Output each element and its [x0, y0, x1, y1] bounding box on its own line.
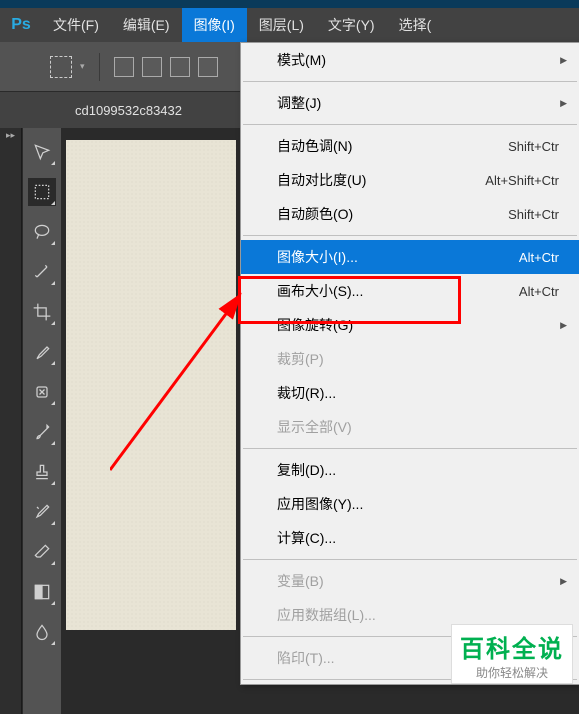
menu-apply-image[interactable]: 应用图像(Y)...	[241, 487, 579, 521]
menu-auto-tone[interactable]: 自动色调(N)Shift+Ctr	[241, 129, 579, 163]
menu-reveal-all: 显示全部(V)	[241, 410, 579, 444]
menu-edit[interactable]: 编辑(E)	[111, 8, 182, 42]
blur-tool[interactable]	[28, 618, 56, 646]
brush-tool[interactable]	[28, 418, 56, 446]
menu-mode[interactable]: 模式(M)	[241, 43, 579, 77]
menu-adjustments[interactable]: 调整(J)	[241, 86, 579, 120]
menu-duplicate[interactable]: 复制(D)...	[241, 453, 579, 487]
watermark-title: 百科全说	[460, 629, 564, 664]
menu-select[interactable]: 选择(	[387, 8, 444, 42]
menu-auto-color[interactable]: 自动颜色(O)Shift+Ctr	[241, 197, 579, 231]
toolbar	[22, 128, 62, 714]
menu-crop: 裁剪(P)	[241, 342, 579, 376]
app-logo: Ps	[1, 10, 41, 40]
selection-preview-icon[interactable]	[50, 56, 72, 78]
crop-tool[interactable]	[28, 298, 56, 326]
marquee-tool[interactable]	[28, 178, 56, 206]
menu-canvas-size[interactable]: 画布大小(S)...Alt+Ctr	[241, 274, 579, 308]
collapse-arrows-icon[interactable]: ▸▸	[0, 128, 21, 141]
menu-layer[interactable]: 图层(L)	[247, 8, 316, 42]
menu-text[interactable]: 文字(Y)	[316, 8, 387, 42]
watermark-subtitle: 助你轻松解决	[460, 664, 564, 681]
menu-image[interactable]: 图像(I)	[182, 8, 247, 42]
history-brush-tool[interactable]	[28, 498, 56, 526]
lasso-tool[interactable]	[28, 218, 56, 246]
document-canvas[interactable]	[66, 140, 236, 630]
selection-mode-new-icon[interactable]	[114, 57, 134, 77]
menu-file[interactable]: 文件(F)	[41, 8, 111, 42]
watermark: 百科全说 助你轻松解决	[451, 624, 573, 684]
magic-wand-tool[interactable]	[28, 258, 56, 286]
stamp-tool[interactable]	[28, 458, 56, 486]
dropdown-arrow-icon[interactable]: ▾	[80, 61, 85, 72]
menu-auto-contrast[interactable]: 自动对比度(U)Alt+Shift+Ctr	[241, 163, 579, 197]
selection-mode-add-icon[interactable]	[142, 57, 162, 77]
selection-mode-subtract-icon[interactable]	[170, 57, 190, 77]
titlebar	[0, 0, 579, 8]
menu-variables: 变量(B)	[241, 564, 579, 598]
move-tool[interactable]	[28, 138, 56, 166]
selection-mode-intersect-icon[interactable]	[198, 57, 218, 77]
panel-strip: ▸▸	[0, 128, 22, 714]
gradient-tool[interactable]	[28, 578, 56, 606]
menu-image-rotation[interactable]: 图像旋转(G)	[241, 308, 579, 342]
menubar: Ps 文件(F) 编辑(E) 图像(I) 图层(L) 文字(Y) 选择(	[0, 8, 579, 42]
healing-brush-tool[interactable]	[28, 378, 56, 406]
document-tab[interactable]: cd1099532c83432	[75, 103, 182, 118]
image-menu-dropdown: 模式(M) 调整(J) 自动色调(N)Shift+Ctr 自动对比度(U)Alt…	[240, 42, 579, 685]
menu-calculations[interactable]: 计算(C)...	[241, 521, 579, 555]
eyedropper-tool[interactable]	[28, 338, 56, 366]
menu-image-size[interactable]: 图像大小(I)...Alt+Ctr	[241, 240, 579, 274]
eraser-tool[interactable]	[28, 538, 56, 566]
menu-trim[interactable]: 裁切(R)...	[241, 376, 579, 410]
